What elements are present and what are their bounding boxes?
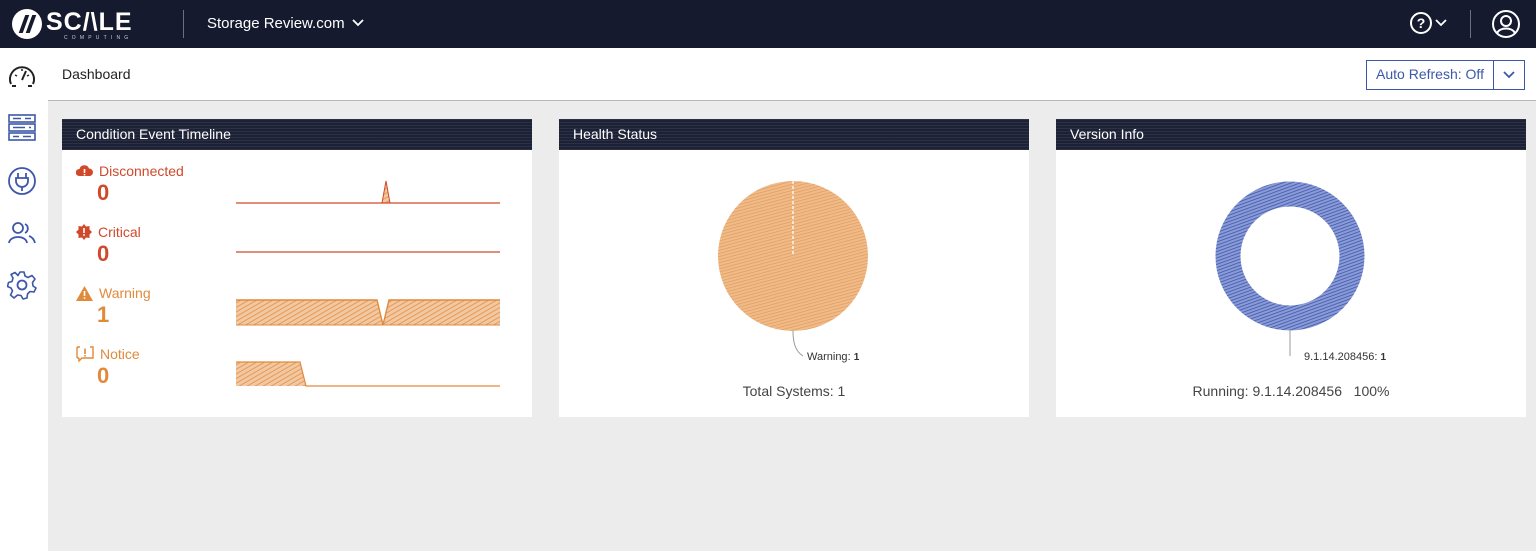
- chevron-down-icon: [1435, 19, 1447, 27]
- panel-title: Version Info: [1056, 119, 1526, 150]
- auto-refresh-dropdown[interactable]: [1494, 61, 1524, 89]
- cluster-name: Storage Review.com: [207, 14, 345, 32]
- side-nav: [0, 48, 48, 551]
- scale-computing-logo[interactable]: SC/\LE COMPUTING: [12, 8, 152, 41]
- disconnected-sparkline: [236, 180, 500, 204]
- event-count: 0: [97, 241, 110, 266]
- panel-title: Condition Event Timeline: [62, 119, 532, 150]
- event-disconnected[interactable]: Disconnected 0: [76, 163, 256, 219]
- donut-data-label: 9.1.14.208456: 1: [1304, 351, 1387, 363]
- panel-title: Health Status: [559, 119, 1029, 150]
- page-header: Dashboard Auto Refresh: Off: [48, 48, 1536, 101]
- top-divider: [183, 10, 184, 38]
- critical-badge-icon: [76, 224, 92, 240]
- warning-triangle-icon: [76, 285, 93, 301]
- auto-refresh-control[interactable]: Auto Refresh: Off: [1366, 60, 1525, 90]
- event-count: 1: [97, 302, 110, 327]
- logo-mark-icon: [12, 9, 42, 39]
- event-label: Notice: [100, 346, 140, 362]
- health-status-pie-chart: [718, 181, 868, 357]
- users-icon[interactable]: [7, 218, 37, 248]
- chevron-down-icon: [1503, 71, 1515, 79]
- donut-slice-version[interactable]: [1215, 181, 1365, 331]
- event-label: Disconnected: [99, 163, 184, 179]
- help-menu[interactable]: ?: [1410, 10, 1448, 36]
- health-status-panel: Health Status Warning: 1 Total Systems: …: [559, 119, 1029, 417]
- event-label: Critical: [98, 224, 141, 240]
- cloud-alert-icon: [76, 164, 93, 176]
- event-label: Warning: [99, 285, 151, 301]
- top-divider: [1470, 10, 1471, 38]
- condition-event-timeline-panel: Condition Event Timeline Disconnected 0 …: [62, 119, 532, 417]
- event-critical[interactable]: Critical 0: [76, 224, 256, 280]
- version-info-panel: Version Info 9.1.14.208456: 1 Running: 9…: [1056, 119, 1526, 417]
- event-warning[interactable]: Warning 1: [76, 285, 256, 341]
- cluster-selector[interactable]: Storage Review.com: [207, 12, 365, 34]
- event-count: 0: [97, 363, 110, 388]
- version-donut-chart: [1215, 181, 1365, 356]
- notice-flag-icon: [76, 346, 94, 362]
- event-count: 0: [97, 180, 110, 205]
- top-bar: SC/\LE COMPUTING Storage Review.com ?: [0, 0, 1536, 48]
- auto-refresh-button[interactable]: Auto Refresh: Off: [1367, 61, 1494, 89]
- page-title: Dashboard: [62, 66, 131, 82]
- donut-label-name: 9.1.14.208456: [1304, 351, 1375, 363]
- help-icon: ?: [1410, 12, 1432, 34]
- event-notice[interactable]: Notice 0: [76, 346, 256, 402]
- total-systems-text: Total Systems: 1: [742, 383, 846, 399]
- chevron-down-icon: [351, 19, 364, 27]
- server-rack-icon[interactable]: [7, 112, 37, 142]
- running-version-text: Running: 9.1.14.208456 100%: [1192, 383, 1390, 399]
- logo-wordmark: SC/\LE: [46, 8, 133, 36]
- speedometer-icon[interactable]: [7, 62, 37, 92]
- pie-data-label: Warning: 1: [807, 351, 860, 363]
- warning-sparkline: [236, 299, 500, 326]
- critical-sparkline: [236, 251, 500, 253]
- notice-sparkline: [236, 361, 500, 387]
- user-account-icon[interactable]: [1491, 9, 1521, 39]
- gear-icon[interactable]: [7, 270, 37, 300]
- logo-subtitle: COMPUTING: [64, 35, 133, 41]
- donut-label-value: 1: [1380, 352, 1387, 363]
- plug-icon[interactable]: [7, 166, 37, 196]
- pie-label-name: Warning: [807, 351, 848, 363]
- pie-label-value: 1: [853, 352, 860, 363]
